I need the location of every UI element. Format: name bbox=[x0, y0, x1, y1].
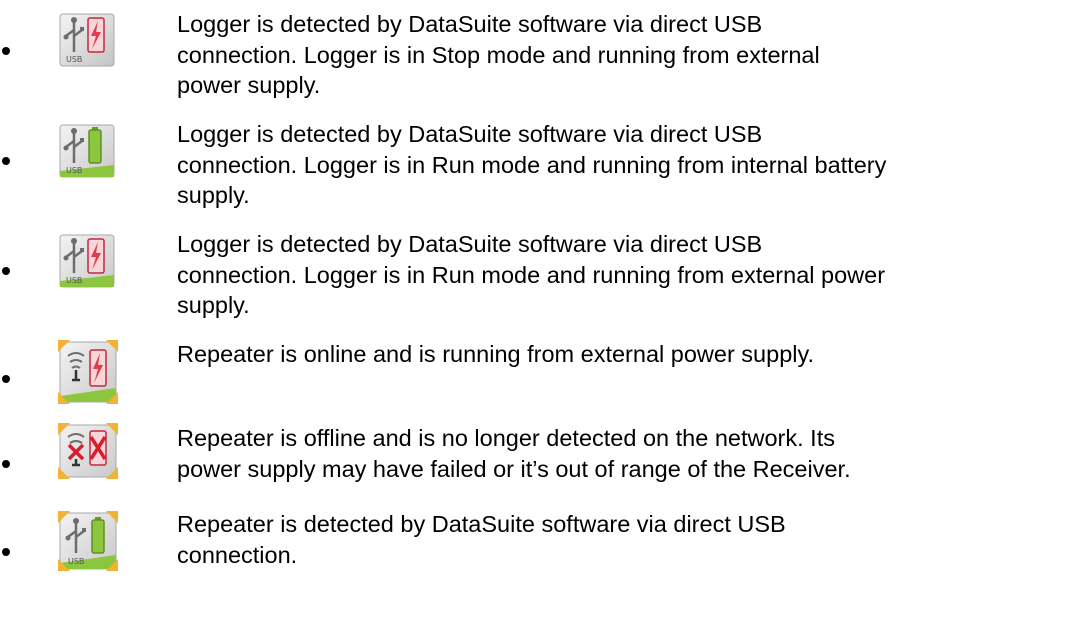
status-icon-legend: USB Logger is detected by DataSuite soft… bbox=[0, 0, 1067, 628]
legend-item: USB Logger is detected by DataSuite soft… bbox=[0, 0, 1067, 110]
legend-description: Logger is detected by DataSuite software… bbox=[177, 11, 820, 98]
svg-text:USB: USB bbox=[66, 166, 82, 175]
legend-description: Repeater is offline and is no longer det… bbox=[177, 425, 851, 482]
legend-description: Repeater is detected by DataSuite softwa… bbox=[177, 511, 786, 568]
svg-text:USB: USB bbox=[66, 276, 82, 285]
legend-item: USB Logger is detected by DataSuite soft… bbox=[0, 110, 1067, 220]
repeater-online-external-power-icon bbox=[54, 336, 122, 408]
bullet-icon bbox=[2, 157, 10, 165]
bullet-icon bbox=[2, 548, 10, 556]
repeater-usb-battery-icon: USB bbox=[54, 507, 122, 575]
usb-logger-external-power-run-icon: USB bbox=[54, 229, 118, 291]
repeater-offline-icon bbox=[54, 419, 122, 483]
legend-item: USB Logger is detected by DataSuite soft… bbox=[0, 220, 1067, 330]
legend-item: Repeater is online and is running from e… bbox=[0, 330, 1067, 413]
bullet-icon bbox=[2, 267, 10, 275]
usb-logger-external-power-stop-icon: USB bbox=[54, 8, 118, 70]
bullet-icon bbox=[2, 460, 10, 468]
bullet-icon bbox=[2, 47, 10, 55]
svg-text:USB: USB bbox=[66, 55, 82, 64]
bullet-icon bbox=[2, 375, 10, 383]
legend-item: USB Repeater is detected by DataSuite so… bbox=[0, 501, 1067, 611]
usb-logger-battery-run-icon: USB bbox=[54, 119, 118, 181]
legend-description: Logger is detected by DataSuite software… bbox=[177, 231, 886, 318]
legend-item: Repeater is offline and is no longer det… bbox=[0, 413, 1067, 501]
svg-text:USB: USB bbox=[68, 557, 84, 566]
legend-description: Repeater is online and is running from e… bbox=[177, 341, 815, 367]
legend-description: Logger is detected by DataSuite software… bbox=[177, 121, 887, 208]
